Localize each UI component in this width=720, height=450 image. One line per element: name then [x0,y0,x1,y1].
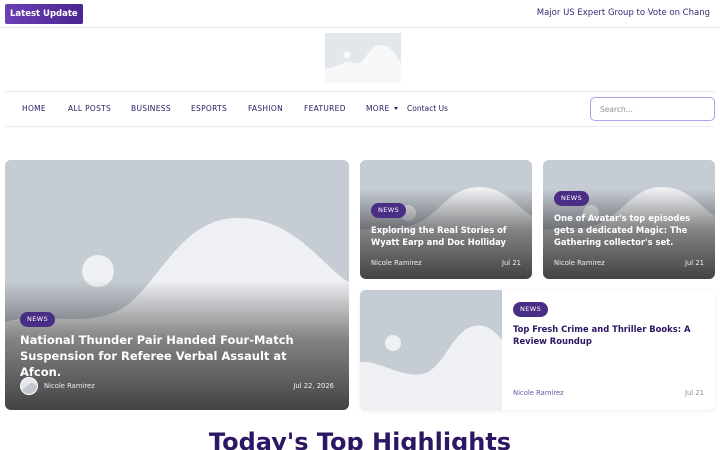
image-placeholder-icon [360,290,502,410]
featured-article-card[interactable]: NEWS National Thunder Pair Handed Four-M… [5,160,349,410]
author-name[interactable]: Nicole Ramirez [554,259,605,267]
caret-down-icon [393,107,398,110]
avatar-placeholder-icon [21,378,37,394]
article-title[interactable]: Exploring the Real Stories of Wyatt Earp… [371,224,523,248]
author-avatar [20,377,38,395]
nav-item-more-label: MORE [366,104,390,113]
nav-item-more[interactable]: MORE [366,104,398,113]
nav-item-contact-us[interactable]: Contact Us [407,104,448,113]
article-card-horizontal[interactable]: NEWS Top Fresh Crime and Thriller Books:… [360,290,715,410]
news-ticker-link[interactable]: Major US Expert Group to Vote on Chang [537,8,710,18]
main-navigation: HOME ALL POSTS BUSINESS ESPORTS FASHION … [5,91,715,127]
publish-date: Jul 21 [684,259,704,267]
section-title: Today's Top Highlights [208,428,512,450]
author-name[interactable]: Nicole Ramirez [371,259,422,267]
article-card[interactable]: NEWS Exploring the Real Stories of Wyatt… [360,160,532,279]
latest-update-button[interactable]: Latest Update [5,4,83,24]
nav-item-business[interactable]: BUSINESS [131,104,171,113]
publish-date: Jul 21 [684,389,704,397]
nav-item-home[interactable]: HOME [22,104,46,113]
nav-item-featured[interactable]: FEATURED [304,104,346,113]
author-name[interactable]: Nicole Ramirez [44,382,95,390]
category-badge[interactable]: NEWS [513,302,549,317]
author-name[interactable]: Nicole Ramirez [513,389,564,397]
article-card[interactable]: NEWS One of Avatar's top episodes gets a… [543,160,715,279]
nav-item-fashion[interactable]: FASHION [248,104,283,113]
search-input[interactable] [590,97,715,121]
publish-date: Jul 22, 2026 [293,382,334,390]
article-title[interactable]: Top Fresh Crime and Thriller Books: A Re… [513,323,703,347]
top-bar: Latest Update Major US Expert Group to V… [0,0,720,28]
nav-item-esports[interactable]: ESPORTS [191,104,227,113]
site-logo[interactable] [325,33,401,83]
article-thumbnail[interactable] [360,290,502,410]
category-badge[interactable]: NEWS [554,191,590,206]
publish-date: Jul 21 [501,259,521,267]
category-badge[interactable]: NEWS [371,203,407,218]
category-badge[interactable]: NEWS [20,312,56,327]
article-title[interactable]: One of Avatar's top episodes gets a dedi… [554,212,706,248]
nav-item-all-posts[interactable]: ALL POSTS [68,104,111,113]
image-placeholder-icon [325,33,401,83]
featured-article-title[interactable]: National Thunder Pair Handed Four-Match … [20,332,320,380]
